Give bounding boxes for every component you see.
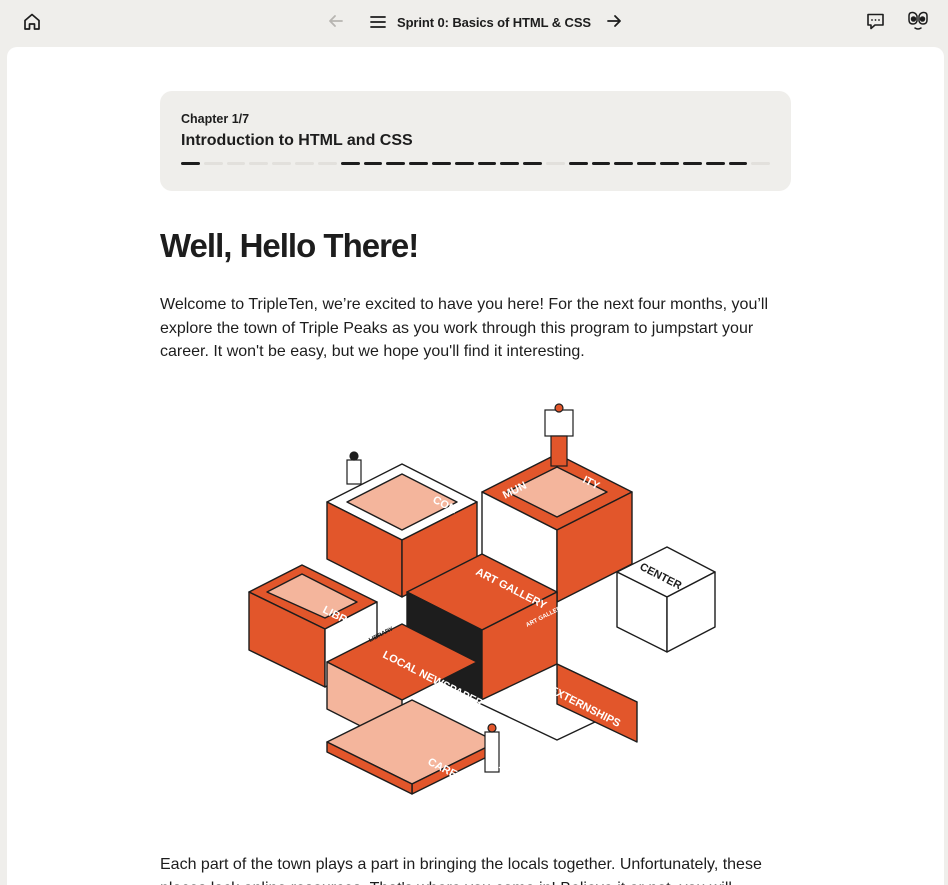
progress-segment <box>546 162 565 165</box>
sprint-menu-button[interactable]: Sprint 0: Basics of HTML & CSS <box>368 8 591 36</box>
lesson-panel: Chapter 1/7 Introduction to HTML and CSS… <box>7 47 944 885</box>
progress-segment <box>614 162 634 165</box>
progress-segment <box>591 162 611 165</box>
progress-segment <box>660 162 679 165</box>
label-trail: TRAIL <box>498 751 533 777</box>
progress-segment <box>751 162 771 165</box>
progress-segment <box>523 162 542 165</box>
progress-segment <box>203 162 223 165</box>
menu-icon <box>370 16 386 28</box>
progress-segment <box>477 162 497 165</box>
progress-segment <box>386 162 406 165</box>
buddy-icon[interactable] <box>905 8 931 34</box>
page-title: Well, Hello There! <box>160 227 419 264</box>
progress-segment <box>272 162 292 165</box>
triple-peaks-town-illustration: COM MUN ITY LIBRARY ART GALLERY CENTER L… <box>248 403 716 795</box>
progress-segment <box>454 162 474 165</box>
back-button[interactable] <box>324 9 348 33</box>
arrow-left-icon <box>329 15 343 27</box>
progress-segment <box>181 162 200 165</box>
intro-paragraph: Welcome to TripleTen, we’re excited to h… <box>160 296 768 360</box>
chapter-card: Chapter 1/7 Introduction to HTML and CSS <box>160 91 791 191</box>
progress-segment <box>363 162 383 165</box>
progress-segment <box>568 162 588 165</box>
progress-segment <box>317 162 337 165</box>
chapter-progress <box>181 162 771 166</box>
chat-icon[interactable] <box>863 9 887 33</box>
progress-segment <box>728 162 748 165</box>
progress-segment <box>249 162 269 165</box>
progress-segment <box>682 162 702 165</box>
top-bar: Sprint 0: Basics of HTML & CSS <box>0 0 948 46</box>
progress-segment <box>431 162 451 165</box>
chapter-number: Chapter 1/7 <box>181 112 250 126</box>
sprint-title: Sprint 0: Basics of HTML & CSS <box>397 14 591 30</box>
progress-segment <box>705 162 725 165</box>
progress-segment <box>340 162 360 165</box>
arrow-right-icon <box>607 15 621 27</box>
progress-segment <box>226 162 246 165</box>
second-paragraph: Each part of the town plays a part in br… <box>160 856 762 885</box>
progress-segment <box>409 162 428 165</box>
progress-segment <box>500 162 520 165</box>
progress-segment <box>637 162 657 165</box>
forward-button[interactable] <box>602 9 626 33</box>
home-icon[interactable] <box>20 10 44 34</box>
chapter-title: Introduction to HTML and CSS <box>181 132 413 149</box>
progress-segment <box>295 162 314 165</box>
